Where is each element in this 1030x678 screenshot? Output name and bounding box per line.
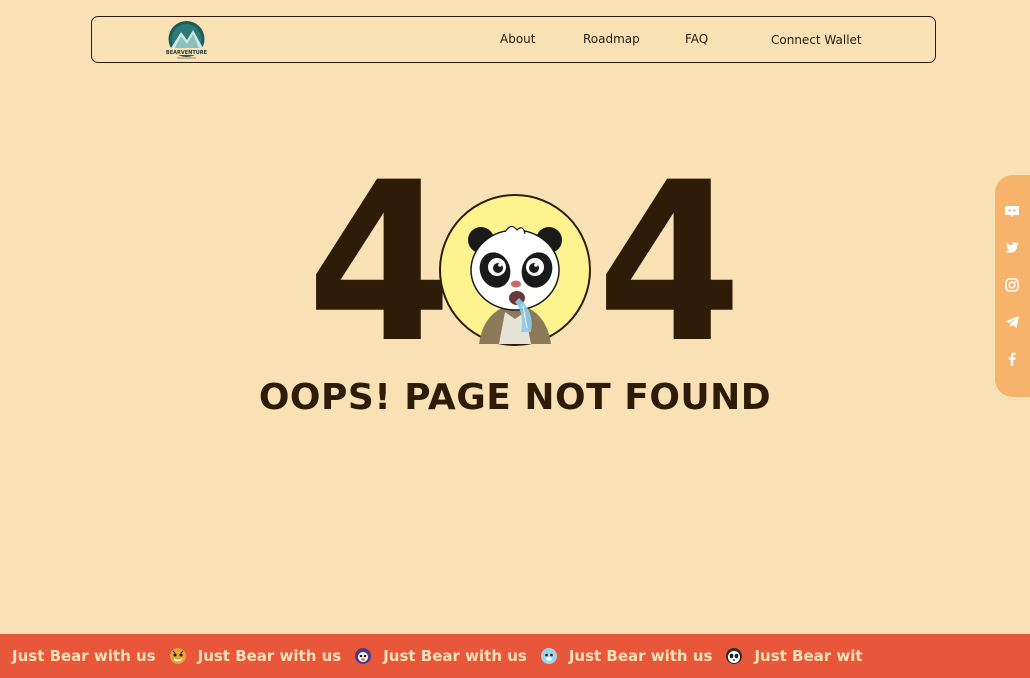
crying-panda-illustration	[439, 194, 591, 346]
marquee-text: Just Bear wit	[754, 647, 863, 665]
social-links-sidebar	[995, 175, 1030, 397]
error-digit-right: 4	[596, 135, 742, 391]
logo-wordmark: BEARVENTURE	[166, 50, 208, 56]
marquee-track: Just Bear with us Just Bear with us Just…	[12, 634, 863, 678]
marquee-item: Just Bear with us	[198, 647, 384, 665]
nav-faq-link[interactable]: FAQ	[685, 32, 708, 46]
purple-bear-icon	[354, 647, 372, 665]
marquee-item: Just Bear with us	[569, 647, 755, 665]
connect-wallet-button[interactable]: Connect Wallet	[771, 33, 862, 47]
nav-roadmap-link[interactable]: Roadmap	[583, 32, 640, 46]
marquee-text: Just Bear with us	[12, 647, 156, 665]
blue-bear-icon	[540, 647, 558, 665]
marquee-text: Just Bear with us	[383, 647, 527, 665]
bearventure-logo[interactable]: BEARVENTURE	[163, 20, 210, 60]
marquee-item: Just Bear wit	[754, 647, 862, 665]
marquee-item: Just Bear with us	[12, 647, 198, 665]
panda-icon	[725, 647, 743, 665]
error-digit-left: 4	[306, 135, 452, 391]
marquee-item: Just Bear with us	[383, 647, 569, 665]
tiger-icon	[169, 647, 187, 665]
marquee-banner: Just Bear with us Just Bear with us Just…	[0, 634, 1030, 678]
facebook-icon[interactable]	[1004, 351, 1020, 367]
top-navbar: BEARVENTURE About Roadmap FAQ Connect Wa…	[91, 16, 936, 63]
telegram-icon[interactable]	[1004, 314, 1020, 330]
page-not-found-message: OOPS! PAGE NOT FOUND	[258, 377, 772, 418]
twitter-icon[interactable]	[1004, 240, 1020, 256]
marquee-text: Just Bear with us	[568, 647, 713, 665]
instagram-icon[interactable]	[1004, 277, 1020, 293]
discord-icon[interactable]	[1004, 203, 1020, 219]
marquee-text: Just Bear with us	[197, 647, 342, 665]
nav-about-link[interactable]: About	[500, 32, 535, 46]
